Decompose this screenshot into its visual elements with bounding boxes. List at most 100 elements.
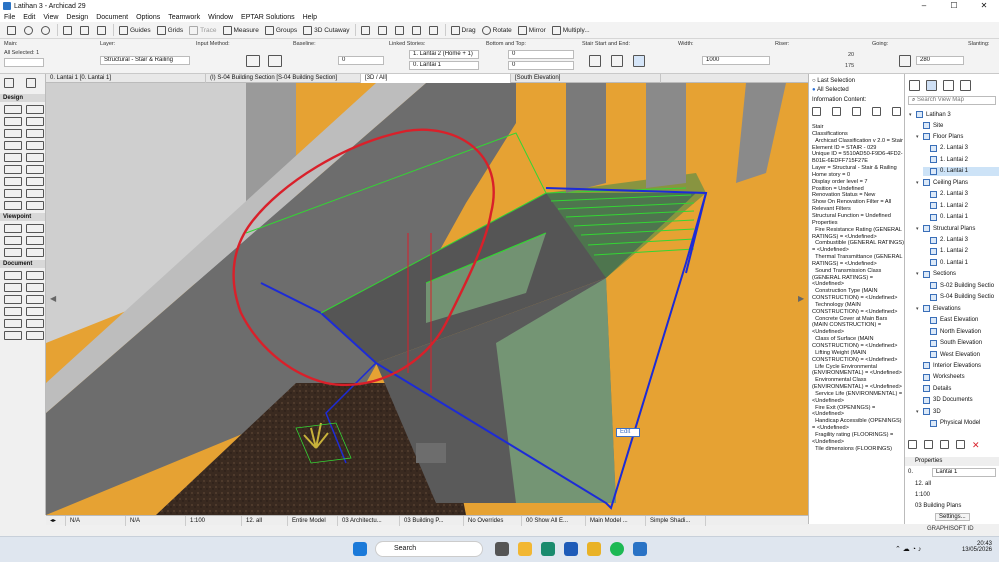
prop-scale[interactable]: 1:100 (915, 492, 930, 498)
building-plans-selector[interactable]: 03 Building P... (400, 515, 464, 526)
model-view-selector[interactable]: Entire Model (288, 515, 338, 526)
prop-layer-combo[interactable]: 12. all (915, 481, 931, 487)
input-straight-icon[interactable] (246, 55, 260, 67)
layer-dropdown[interactable]: Structural - Stair & Railing (100, 56, 190, 65)
view-map-icon[interactable] (926, 80, 937, 91)
hotspot-tool-icon[interactable] (26, 331, 44, 340)
groups-button[interactable]: Groups (262, 23, 300, 37)
nav-item[interactable]: ▾ 3D (916, 407, 999, 416)
status-na-2[interactable]: N/A (126, 515, 186, 526)
nav-item[interactable]: 1. Lantai 2 (923, 201, 999, 210)
nav-item[interactable]: ▾ Ceiling Plans (916, 178, 999, 187)
undo-zoom-icon[interactable]: ◂▸ (46, 515, 66, 526)
nav-item[interactable]: Interior Elevations (916, 361, 999, 370)
minimize-icon[interactable]: – (909, 0, 939, 12)
nav-item[interactable]: 3D Documents (916, 396, 999, 405)
elevation-tool-icon[interactable] (26, 224, 44, 233)
width-field[interactable]: 1000 (702, 56, 770, 65)
label-tool-icon[interactable] (26, 283, 44, 292)
nav-item[interactable]: 2. Lantai 3 (923, 190, 999, 199)
top-offset-field[interactable]: 0 (508, 50, 574, 59)
cutaway-button[interactable]: 3D Cutaway (300, 23, 352, 37)
nav-item[interactable]: Worksheets (916, 373, 999, 382)
menu-help[interactable]: Help (299, 14, 321, 21)
store-icon[interactable] (564, 542, 578, 556)
level-dimension-tool-icon[interactable] (26, 271, 44, 280)
interior-elevation-tool-icon[interactable] (4, 236, 22, 245)
main-model-selector[interactable]: Main Model ... (586, 515, 646, 526)
nav-item[interactable]: ▾ Sections (916, 270, 999, 279)
riser-height[interactable]: 175 (845, 63, 854, 69)
clone-icon[interactable] (940, 440, 949, 449)
stair-tool-icon[interactable] (26, 153, 44, 162)
file-explorer-icon[interactable] (518, 542, 532, 556)
nav-item[interactable]: Site (916, 121, 999, 130)
object-tool-icon[interactable] (26, 189, 44, 198)
rotate-button[interactable]: Rotate (479, 23, 515, 37)
roof-tool-icon[interactable] (4, 153, 22, 162)
door-tool-icon[interactable] (26, 105, 44, 114)
column-tool-icon[interactable] (4, 117, 22, 126)
document-section-header[interactable]: Document (0, 260, 45, 268)
3d-style-selector[interactable]: Simple Shadi... (646, 515, 706, 526)
multiply-button[interactable]: Multiply... (549, 23, 593, 37)
scale-selector[interactable]: 1:100 (186, 515, 242, 526)
print-icon[interactable] (892, 107, 901, 116)
syringe-button[interactable] (94, 23, 111, 37)
menu-edit[interactable]: Edit (19, 14, 39, 21)
menu-teamwork[interactable]: Teamwork (164, 14, 204, 21)
renovation-filter-selector[interactable]: 00 Show All E... (522, 515, 586, 526)
start-icon[interactable] (353, 542, 367, 556)
spline-tool-icon[interactable] (4, 331, 22, 340)
polyline-tool-icon[interactable] (26, 307, 44, 316)
graphic-override-selector[interactable]: No Overrides (464, 515, 522, 526)
nav-item[interactable]: 1. Lantai 2 (923, 247, 999, 256)
trace-button[interactable]: Trace (186, 23, 219, 37)
menu-file[interactable]: File (0, 14, 19, 21)
nav-item[interactable]: 0. Lantai 1 (923, 213, 999, 222)
menu-eptar[interactable]: EPTAR Solutions (237, 14, 299, 21)
section-tool-icon[interactable] (4, 224, 22, 233)
settings-button[interactable]: Settings... (935, 513, 970, 521)
menu-window[interactable]: Window (204, 14, 237, 21)
tab-south-elevation[interactable]: [South Elevation] (511, 74, 661, 83)
stair-mirror-icon[interactable] (633, 55, 645, 67)
taskbar-search[interactable]: Search (375, 541, 483, 557)
prop-story-name[interactable]: Lantai 1 (932, 468, 996, 477)
fill-tool-icon[interactable] (4, 295, 22, 304)
filter-icon[interactable] (832, 107, 841, 116)
move-icon[interactable] (956, 440, 965, 449)
linked-top-story[interactable]: 1. Lantai 2 (Home + 1) (409, 50, 479, 59)
zone-tool-icon[interactable] (4, 189, 22, 198)
nav-item[interactable]: West Elevation (923, 350, 999, 359)
close-icon[interactable]: ✕ (969, 0, 999, 12)
all-selected-option[interactable]: ● All Selected (812, 87, 849, 93)
slab-tool-icon[interactable] (4, 141, 22, 150)
new-folder-icon[interactable] (924, 440, 933, 449)
measure-button[interactable]: Measure (220, 23, 262, 37)
align-button[interactable] (392, 23, 409, 37)
maximize-icon[interactable]: ☐ (939, 0, 969, 12)
change-tool-icon[interactable] (26, 248, 44, 257)
status-na-1[interactable]: N/A (66, 515, 126, 526)
drag-button[interactable]: Drag (448, 23, 479, 37)
window-tool-icon[interactable] (26, 117, 44, 126)
line-tool-icon[interactable] (26, 295, 44, 304)
selection-dropdown[interactable] (4, 58, 44, 67)
baseline-field[interactable]: 0 (338, 56, 384, 65)
arc-tool-icon[interactable] (4, 307, 22, 316)
nav-item[interactable]: S-04 Building Sectio (923, 293, 999, 302)
riser-count[interactable]: 20 (848, 52, 854, 58)
3d-model-render[interactable]: ◀ ▶ (46, 83, 808, 515)
stair-start-icon[interactable] (589, 55, 601, 67)
prop-pen-set[interactable]: 03 Building Plans (915, 503, 961, 509)
skylight-tool-icon[interactable] (26, 129, 44, 138)
nav-item[interactable]: East Elevation (923, 316, 999, 325)
curtain-wall-tool-icon[interactable] (26, 141, 44, 150)
edit-tooltip-button[interactable]: Edit (616, 428, 640, 437)
view-map-search[interactable]: ⌕ Search View Map (908, 96, 996, 105)
worksheet-tool-icon[interactable] (26, 236, 44, 245)
beam-tool-icon[interactable] (4, 129, 22, 138)
railing-tool-icon[interactable] (26, 165, 44, 174)
delete-icon[interactable]: ✕ (972, 440, 980, 451)
